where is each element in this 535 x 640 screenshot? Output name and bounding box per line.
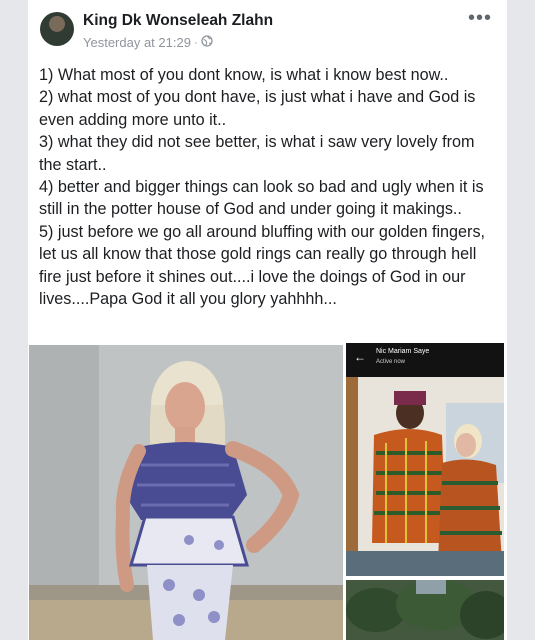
back-arrow-icon[interactable]: ←	[354, 350, 366, 364]
post-text: 1) What most of you dont know, is what i…	[39, 64, 499, 310]
post-text-line: 3) what they did not see better, is what…	[39, 133, 475, 174]
photo-couple-illustration	[346, 377, 504, 576]
post-photo-chat-screenshot[interactable]: ← Nic Mariam Saye Active now	[346, 343, 504, 576]
post-text-line: 1) What most of you dont know, is what i…	[39, 66, 449, 84]
globe-icon[interactable]	[200, 35, 213, 50]
post-timestamp[interactable]: Yesterday at 21:29	[83, 35, 191, 50]
post-text-line: 5) just before we go all around bluffing…	[39, 222, 486, 309]
post-photo-woman[interactable]	[29, 345, 343, 640]
photo-woman-illustration	[29, 345, 343, 640]
author-avatar[interactable]	[40, 12, 74, 46]
chat-contact-name: Nic Mariam Saye	[376, 348, 430, 355]
post-meta: Yesterday at 21:29 ·	[83, 35, 213, 50]
post-text-line: 4) better and bigger things can look so …	[39, 178, 484, 219]
meta-separator: ·	[193, 36, 198, 49]
facebook-post: King Dk Wonseleah Zlahn Yesterday at 21:…	[28, 0, 507, 640]
author-name[interactable]: King Dk Wonseleah Zlahn	[83, 12, 273, 30]
post-text-line: 2) what most of you dont have, is just w…	[39, 88, 476, 129]
post-header: King Dk Wonseleah Zlahn Yesterday at 21:…	[28, 0, 507, 56]
photo-trees-illustration	[346, 580, 504, 640]
chat-status: Active now	[376, 359, 406, 365]
post-photo-trees[interactable]	[346, 580, 504, 640]
more-options-icon[interactable]: •••	[467, 8, 493, 28]
chat-header-bar: ← Nic Mariam Saye Active now	[346, 343, 504, 377]
